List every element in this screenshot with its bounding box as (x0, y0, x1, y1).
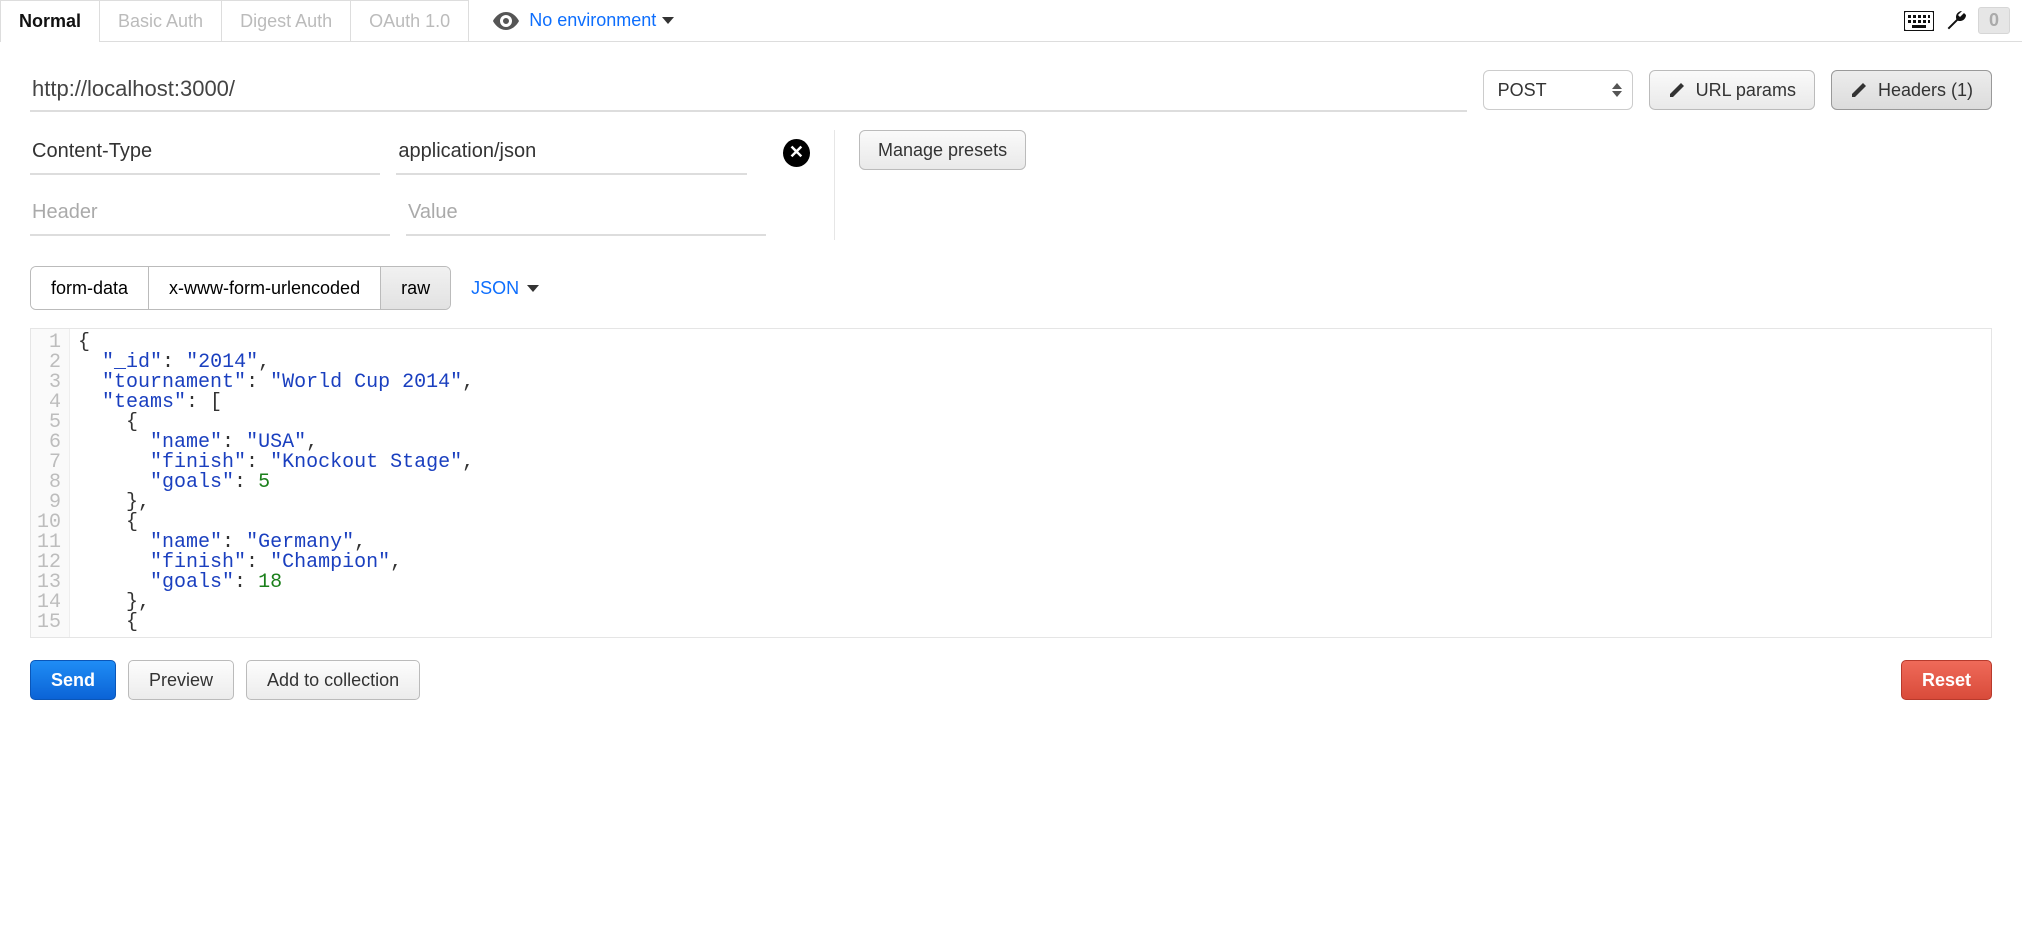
headers-button[interactable]: Headers (1) (1831, 70, 1992, 110)
top-tab-bar: Normal Basic Auth Digest Auth OAuth 1.0 … (0, 0, 2022, 42)
wrench-icon[interactable] (1944, 9, 1968, 33)
body-type-label: JSON (471, 278, 519, 299)
url-params-label: URL params (1696, 80, 1796, 101)
tab-raw[interactable]: raw (381, 267, 450, 309)
tab-digest-auth[interactable]: Digest Auth (222, 0, 351, 41)
top-right-controls: 0 (1904, 7, 2016, 34)
keyboard-icon[interactable] (1904, 11, 1934, 31)
body-type-dropdown[interactable]: JSON (471, 278, 539, 299)
environment-dropdown[interactable]: No environment (529, 10, 674, 31)
line-gutter: 123456789101112131415 (31, 329, 70, 637)
url-row: POST URL params Headers (1) (0, 42, 2022, 126)
remove-header-icon[interactable]: ✕ (783, 139, 810, 167)
header-row-empty (30, 191, 810, 236)
environment-area: No environment (493, 10, 674, 31)
edit-icon (1668, 81, 1686, 99)
method-value: POST (1498, 80, 1547, 101)
url-input[interactable] (30, 68, 1467, 112)
preview-button[interactable]: Preview (128, 660, 234, 700)
reset-button[interactable]: Reset (1901, 660, 1992, 700)
manage-presets-label: Manage presets (878, 140, 1007, 161)
headers-button-label: Headers (1) (1878, 80, 1973, 101)
add-to-collection-button[interactable]: Add to collection (246, 660, 420, 700)
environment-label: No environment (529, 10, 656, 31)
caret-down-icon (662, 17, 674, 24)
caret-down-icon (527, 285, 539, 292)
body-tab-group: form-data x-www-form-urlencoded raw (30, 266, 451, 310)
tab-oauth[interactable]: OAuth 1.0 (351, 0, 469, 41)
header-value-input[interactable] (396, 130, 746, 175)
header-name-input[interactable] (30, 130, 380, 175)
editor-container: 123456789101112131415 { "_id": "2014", "… (30, 328, 1992, 638)
header-value-input-empty[interactable] (406, 191, 766, 236)
method-select[interactable]: POST (1483, 70, 1633, 110)
eye-icon[interactable] (493, 12, 519, 30)
header-row: ✕ (30, 130, 810, 175)
divider (834, 130, 835, 240)
body-tabs-row: form-data x-www-form-urlencoded raw JSON (0, 240, 2022, 310)
footer-row: Send Preview Add to collection Reset (0, 638, 2022, 714)
headers-section: ✕ Manage presets (0, 126, 2022, 240)
header-fields: ✕ (30, 130, 810, 240)
manage-presets-button[interactable]: Manage presets (859, 130, 1026, 170)
badge-count[interactable]: 0 (1978, 7, 2010, 34)
tab-urlencoded[interactable]: x-www-form-urlencoded (149, 267, 381, 309)
tab-form-data[interactable]: form-data (31, 267, 149, 309)
tab-normal[interactable]: Normal (0, 0, 100, 41)
edit-icon (1850, 81, 1868, 99)
url-params-button[interactable]: URL params (1649, 70, 1815, 110)
send-button[interactable]: Send (30, 660, 116, 700)
tab-basic-auth[interactable]: Basic Auth (100, 0, 222, 41)
code-area[interactable]: { "_id": "2014", "tournament": "World Cu… (70, 329, 482, 637)
select-arrows-icon (1612, 83, 1622, 97)
code-editor[interactable]: 123456789101112131415 { "_id": "2014", "… (31, 329, 1991, 637)
header-name-input-empty[interactable] (30, 191, 390, 236)
auth-tabs: Normal Basic Auth Digest Auth OAuth 1.0 (0, 0, 469, 41)
